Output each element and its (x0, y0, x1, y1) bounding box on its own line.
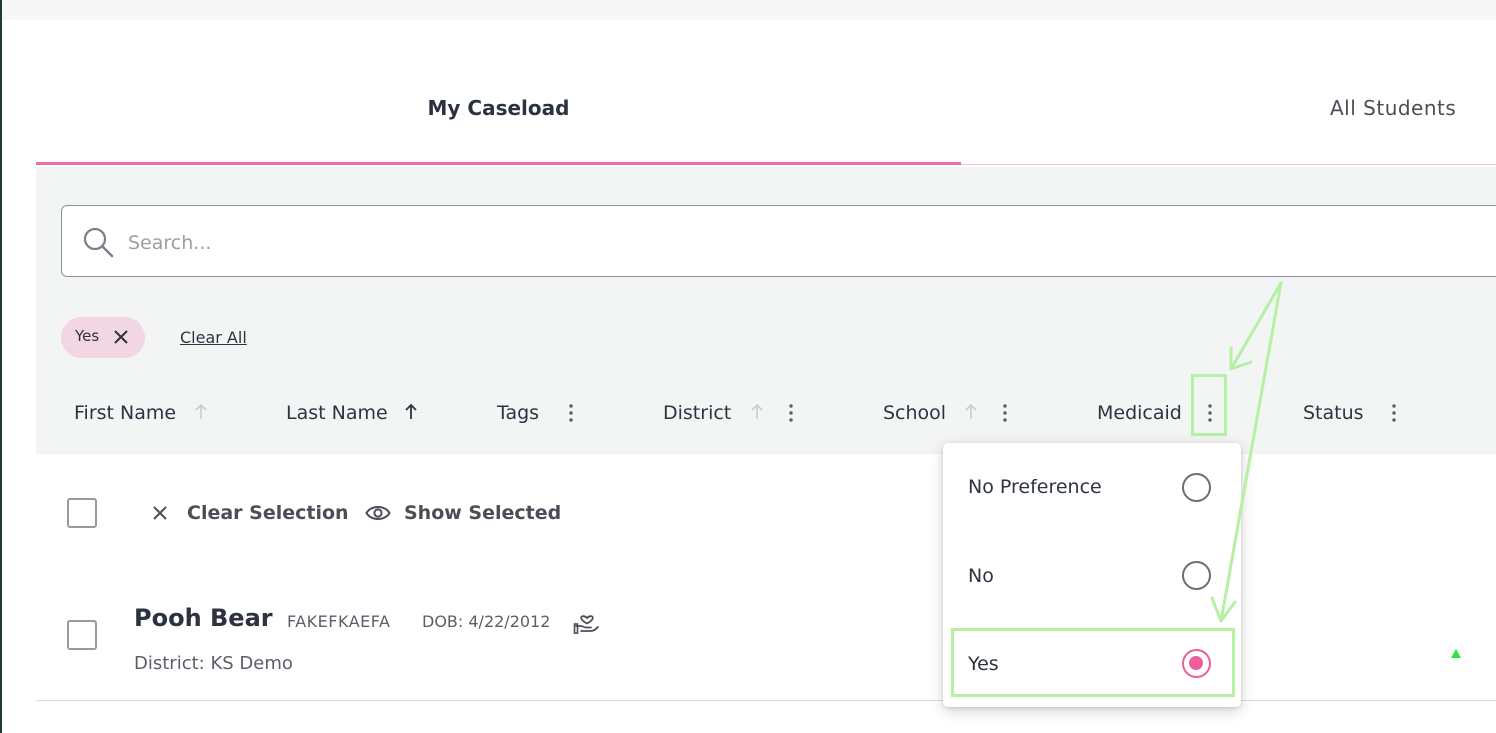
annotation-highlight-box (951, 628, 1235, 697)
status-indicator (1451, 649, 1461, 658)
sort-arrow-up-icon[interactable] (404, 402, 418, 420)
search-icon (83, 227, 114, 258)
filter-chip-label: Yes (75, 327, 100, 345)
tab-divider (961, 164, 1496, 165)
window-top-bar (0, 0, 1496, 20)
window-left-edge (0, 0, 2, 733)
column-header-tags[interactable]: Tags (497, 402, 539, 424)
select-all-checkbox[interactable] (67, 498, 97, 528)
clear-selection-button[interactable]: Clear Selection (187, 502, 349, 524)
district-label: District: (134, 653, 205, 674)
tab-my-caseload[interactable]: My Caseload (36, 96, 961, 120)
column-header-district[interactable]: District (663, 402, 731, 424)
column-header-first-name[interactable]: First Name (74, 402, 176, 424)
student-id: FAKEFKAEFA (287, 612, 391, 631)
student-dob: DOB: 4/22/2012 (422, 612, 551, 631)
sort-arrow-up-icon[interactable] (194, 402, 208, 420)
clear-all-link[interactable]: Clear All (180, 328, 247, 347)
column-header-status[interactable]: Status (1303, 402, 1364, 424)
option-label: No Preference (968, 476, 1102, 498)
radio-no[interactable] (1182, 561, 1211, 590)
column-header-medicaid[interactable]: Medicaid (1097, 402, 1182, 424)
column-header-school[interactable]: School (883, 402, 946, 424)
kebab-menu-icon[interactable] (1003, 404, 1007, 422)
show-selected-button[interactable]: Show Selected (404, 502, 561, 524)
medicaid-hand-heart-icon (573, 615, 599, 634)
row-divider (36, 700, 1496, 701)
active-tab-indicator (36, 162, 961, 165)
search-input[interactable] (126, 226, 730, 260)
filter-chip-yes[interactable]: Yes (61, 317, 145, 358)
close-icon[interactable] (113, 329, 129, 345)
sort-arrow-up-icon[interactable] (750, 402, 764, 420)
row-checkbox[interactable] (67, 620, 97, 650)
annotation-highlight-box (1191, 374, 1227, 436)
radio-no-preference[interactable] (1182, 473, 1211, 502)
kebab-menu-icon[interactable] (789, 404, 793, 422)
search-box[interactable] (61, 205, 1496, 277)
kebab-menu-icon[interactable] (569, 404, 573, 422)
eye-icon[interactable] (365, 503, 391, 523)
student-district: District: KS Demo (134, 653, 293, 674)
close-icon[interactable] (152, 505, 168, 521)
option-label: No (968, 565, 994, 587)
column-header-last-name[interactable]: Last Name (286, 402, 388, 424)
sort-arrow-up-icon[interactable] (964, 402, 978, 420)
kebab-menu-icon[interactable] (1392, 404, 1396, 422)
tab-all-students[interactable]: All Students (1330, 96, 1496, 120)
district-value: KS Demo (210, 653, 293, 674)
student-name[interactable]: Pooh Bear (134, 604, 273, 632)
